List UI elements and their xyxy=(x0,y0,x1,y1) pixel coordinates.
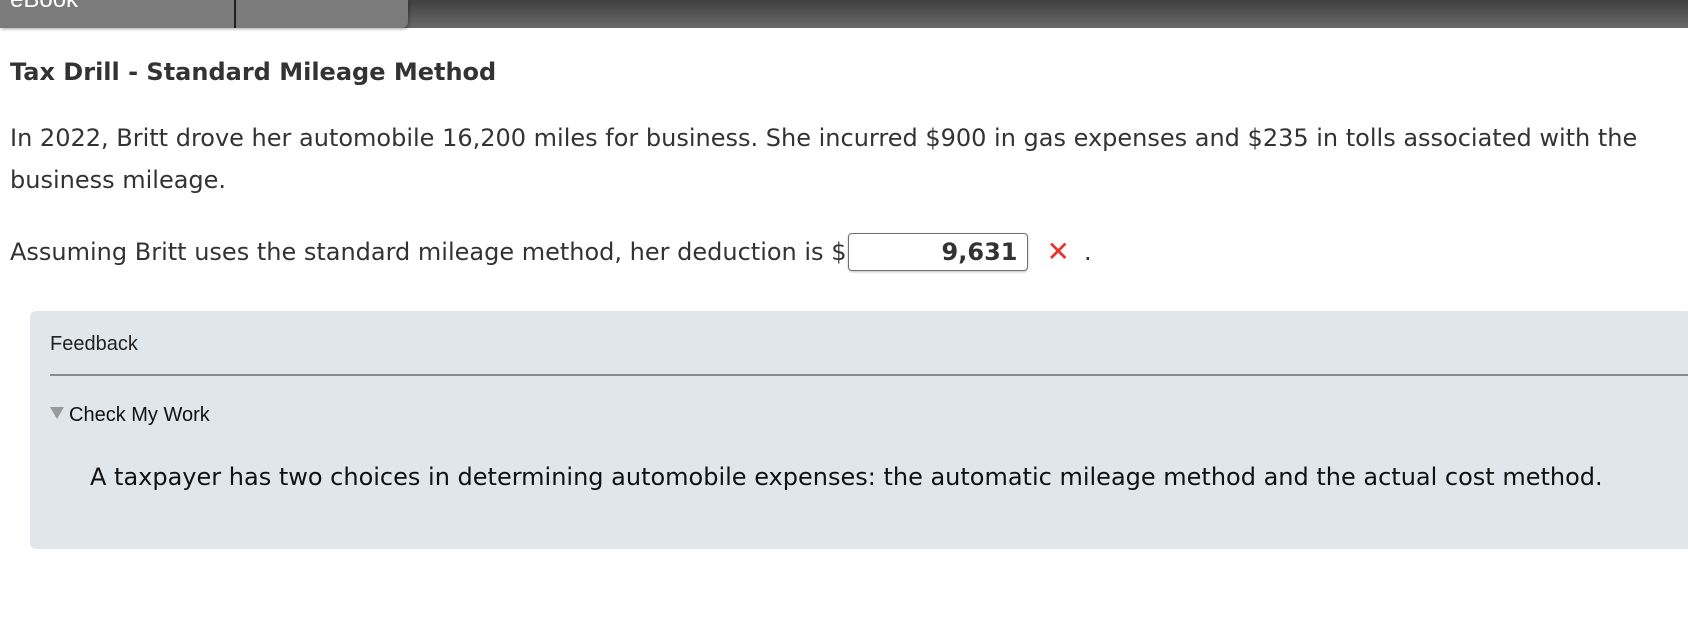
check-my-work-label: Check My Work xyxy=(69,404,210,426)
problem-title: Tax Drill - Standard Mileage Method xyxy=(10,58,497,86)
question-prefix: Assuming Britt uses the standard mileage… xyxy=(10,238,847,266)
triangle-down-icon xyxy=(50,406,64,419)
problem-text: In 2022, Britt drove her automobile 16,2… xyxy=(10,124,1638,194)
feedback-text: A taxpayer has two choices in determinin… xyxy=(90,463,1603,491)
question-line: Assuming Britt uses the standard mileage… xyxy=(10,230,1092,274)
feedback-divider xyxy=(50,374,1688,376)
ebook-tab-label: eBook xyxy=(10,0,78,14)
ebook-tab[interactable]: eBook xyxy=(0,0,408,28)
feedback-panel: Feedback Check My Work A taxpayer has tw… xyxy=(30,311,1688,549)
x-mark-icon: ✕ xyxy=(1046,235,1070,268)
deduction-answer-input[interactable] xyxy=(848,233,1029,271)
tab-divider xyxy=(234,0,236,28)
check-my-work-toggle[interactable]: Check My Work xyxy=(50,404,210,427)
feedback-header: Feedback xyxy=(50,333,138,355)
question-suffix: . xyxy=(1083,238,1092,266)
